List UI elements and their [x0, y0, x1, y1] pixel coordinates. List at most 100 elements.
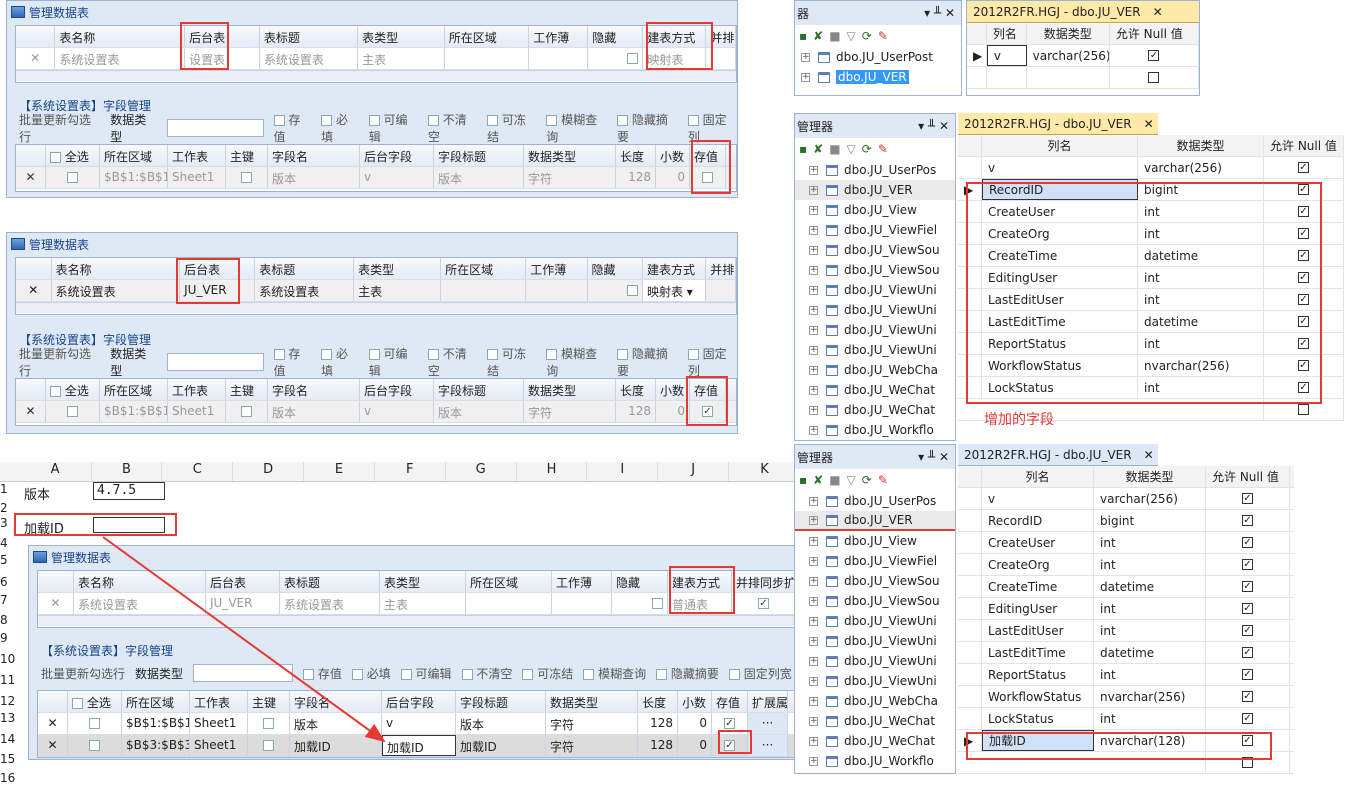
- tree-item[interactable]: + dbo.JU_Workflo: [795, 420, 955, 440]
- data-type-cell[interactable]: datetime: [1094, 642, 1206, 663]
- data-type-cell[interactable]: varchar(256): [1094, 488, 1206, 509]
- column-name-cell[interactable]: v: [982, 488, 1094, 509]
- tree-item[interactable]: + dbo.JU_ViewSou: [795, 260, 955, 280]
- data-type-cell[interactable]: [1027, 67, 1110, 88]
- column-name-cell[interactable]: CreateUser: [982, 532, 1094, 553]
- data-type-cell[interactable]: bigint: [1094, 510, 1206, 531]
- row-selector-icon[interactable]: [958, 510, 982, 531]
- column-row[interactable]: v varchar(256) ✓: [958, 488, 1294, 510]
- tree-item[interactable]: + dbo.JU_ViewUni: [795, 340, 955, 360]
- tree-item[interactable]: + dbo.JU_ViewSou: [795, 240, 955, 260]
- row-selector-icon[interactable]: [958, 686, 982, 707]
- pin-icon[interactable]: ▾ ╨ ✕: [918, 450, 949, 464]
- allow-null-checkbox[interactable]: ✓: [1206, 686, 1290, 707]
- row-selector-icon[interactable]: [958, 157, 982, 178]
- column-row[interactable]: RecordID bigint ✓: [958, 510, 1294, 532]
- data-type-cell[interactable]: int: [1094, 598, 1206, 619]
- tree-item[interactable]: + dbo.JU_WeChat: [795, 380, 955, 400]
- close-tab-icon[interactable]: ✕: [1144, 448, 1154, 462]
- disconnect-icon[interactable]: ✘: [813, 29, 823, 43]
- column-name-cell[interactable]: ReportStatus: [982, 664, 1094, 685]
- tree-item[interactable]: + dbo.JU_WebCha: [795, 691, 955, 711]
- column-row[interactable]: CreateUser int ✓: [958, 532, 1294, 554]
- tree-item[interactable]: + dbo.JU_ViewSou: [795, 591, 955, 611]
- column-name-cell[interactable]: CreateOrg: [982, 554, 1094, 575]
- tree-item[interactable]: + dbo.JU_ViewUni: [795, 320, 955, 340]
- tree-item[interactable]: + dbo.JU_WeChat: [795, 731, 955, 751]
- column-row[interactable]: ReportStatus int ✓: [958, 664, 1294, 686]
- summary-icon[interactable]: ✎: [878, 473, 888, 487]
- column-row[interactable]: WorkflowStatus nvarchar(256) ✓: [958, 686, 1294, 708]
- pin-icon[interactable]: ▾ ╨ ✕: [924, 6, 955, 20]
- tree-item-selected[interactable]: + dbo.JU_VER: [795, 67, 961, 87]
- tree-item[interactable]: + dbo.JU_WeChat: [795, 400, 955, 420]
- data-type-cell[interactable]: datetime: [1094, 576, 1206, 597]
- stop-icon[interactable]: ■: [829, 29, 840, 43]
- connect-icon[interactable]: ▪: [799, 142, 807, 156]
- row-selector-icon[interactable]: ▶: [967, 45, 987, 66]
- column-name-cell[interactable]: EditingUser: [982, 598, 1094, 619]
- tree-item[interactable]: + dbo.JU_WebCha: [795, 360, 955, 380]
- filter-icon[interactable]: ▽: [847, 29, 856, 43]
- row-selector-icon[interactable]: [958, 620, 982, 641]
- allow-null-checkbox[interactable]: [1110, 67, 1199, 88]
- column-name-cell[interactable]: LastEditUser: [982, 620, 1094, 641]
- tree-item[interactable]: + dbo.JU_ViewUni: [795, 651, 955, 671]
- tree-item[interactable]: + dbo.JU_Workflo: [795, 751, 955, 771]
- column-row[interactable]: LastEditTime datetime ✓: [958, 642, 1294, 664]
- refresh-icon[interactable]: ⟳: [862, 142, 872, 156]
- summary-icon[interactable]: ✎: [878, 142, 888, 156]
- column-name-cell[interactable]: CreateTime: [982, 576, 1094, 597]
- allow-null-checkbox[interactable]: ✓: [1206, 598, 1290, 619]
- allow-null-checkbox[interactable]: ✓: [1206, 664, 1290, 685]
- column-row[interactable]: EditingUser int ✓: [958, 598, 1294, 620]
- column-name-cell[interactable]: RecordID: [982, 510, 1094, 531]
- tree-item[interactable]: + dbo.JU_WeChat: [795, 711, 955, 731]
- stop-icon[interactable]: ■: [829, 142, 840, 156]
- designer-tab[interactable]: 2012R2FR.HGJ - dbo.JU_VER ✕: [958, 113, 1158, 135]
- row-selector-icon[interactable]: [958, 664, 982, 685]
- data-type-cell[interactable]: int: [1094, 664, 1206, 685]
- refresh-icon[interactable]: ⟳: [862, 29, 872, 43]
- row-selector-icon[interactable]: [958, 576, 982, 597]
- tree-item[interactable]: + dbo.JU_View: [795, 531, 955, 551]
- column-row[interactable]: v varchar(256) ✓: [958, 157, 1344, 179]
- designer-tab[interactable]: 2012R2FR.HGJ - dbo.JU_VER ✕: [958, 444, 1158, 466]
- summary-icon[interactable]: ✎: [878, 29, 888, 43]
- column-name-cell[interactable]: LockStatus: [982, 708, 1094, 729]
- connect-icon[interactable]: ▪: [799, 29, 807, 43]
- close-tab-icon[interactable]: ✕: [1153, 5, 1163, 19]
- tree-item[interactable]: + dbo.JU_View: [795, 200, 955, 220]
- column-name-cell[interactable]: WorkflowStatus: [982, 686, 1094, 707]
- stop-icon[interactable]: ■: [829, 473, 840, 487]
- allow-null-checkbox[interactable]: ✓: [1206, 532, 1290, 553]
- tree-item[interactable]: + dbo.JU_ViewUni: [795, 611, 955, 631]
- tree-item[interactable]: + dbo.JU_VER: [795, 511, 955, 531]
- column-row[interactable]: CreateTime datetime ✓: [958, 576, 1294, 598]
- connect-icon[interactable]: ▪: [799, 473, 807, 487]
- column-row[interactable]: LastEditUser int ✓: [958, 620, 1294, 642]
- filter-icon[interactable]: ▽: [847, 473, 856, 487]
- column-name-cell[interactable]: v: [986, 45, 1027, 66]
- allow-null-checkbox[interactable]: ✓: [1110, 45, 1199, 66]
- data-type-cell[interactable]: nvarchar(256): [1094, 686, 1206, 707]
- data-type-cell[interactable]: int: [1094, 532, 1206, 553]
- close-tab-icon[interactable]: ✕: [1144, 117, 1154, 131]
- row-selector-icon[interactable]: [958, 488, 982, 509]
- allow-null-checkbox[interactable]: ✓: [1206, 708, 1290, 729]
- tree-item[interactable]: + dbo.JU_UserPost: [795, 47, 961, 67]
- disconnect-icon[interactable]: ✘: [813, 142, 823, 156]
- row-selector-icon[interactable]: [958, 598, 982, 619]
- allow-null-checkbox[interactable]: ✓: [1206, 620, 1290, 641]
- row-selector-icon[interactable]: [958, 708, 982, 729]
- column-row[interactable]: LockStatus int ✓: [958, 708, 1294, 730]
- tree-item[interactable]: + dbo.JU_ViewSou: [795, 571, 955, 591]
- tree-item[interactable]: + dbo.JU_ViewUni: [795, 671, 955, 691]
- row-selector-icon[interactable]: [958, 532, 982, 553]
- refresh-icon[interactable]: ⟳: [862, 473, 872, 487]
- disconnect-icon[interactable]: ✘: [813, 473, 823, 487]
- tree-item[interactable]: + dbo.JU_ViewUni: [795, 631, 955, 651]
- column-row[interactable]: CreateOrg int ✓: [958, 554, 1294, 576]
- data-type-cell[interactable]: varchar(256): [1027, 45, 1110, 66]
- data-type-cell[interactable]: int: [1094, 554, 1206, 575]
